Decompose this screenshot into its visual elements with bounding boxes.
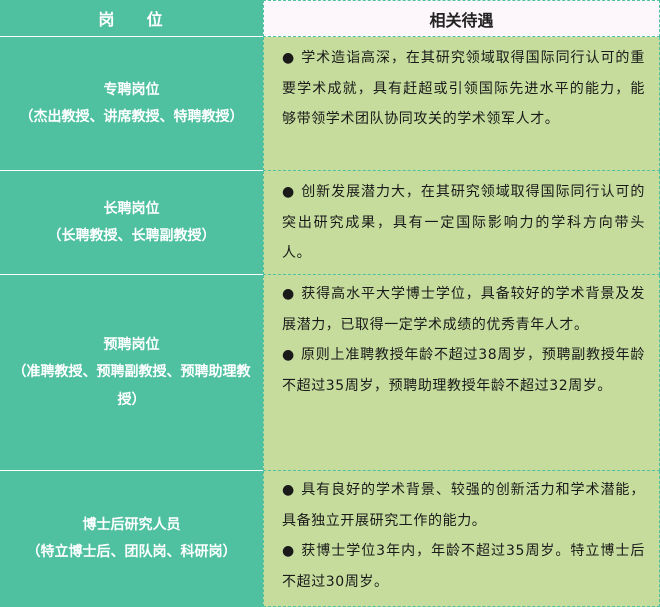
position-title: 预聘岗位 [103,336,160,353]
benefit-text: 获得高水平大学博士学位，具备较好的学术背景及发展潜力，已取得一定学术成绩的优秀青… [282,286,645,333]
benefit-item: ● 获得高水平大学博士学位，具备较好的学术背景及发展潜力，已取得一定学术成绩的优秀… [264,279,659,340]
table-row: 专聘岗位 （杰出教授、讲席教授、特聘教授） ● 学术造诣高深，在其研究领域取得国际… [0,37,660,171]
benefits-cell: ● 创新发展潜力大，在其研究领域取得国际同行认可的突出研究成果，具有一定国际影响力… [263,171,660,275]
position-title: 专聘岗位 [103,81,160,98]
benefit-item: ● 获博士学位3年内，年龄不超过35周岁。特立博士后不超过30周岁。 [264,536,659,597]
benefit-text: 获博士学位3年内，年龄不超过35周岁。特立博士后不超过30周岁。 [282,543,645,590]
benefit-text: 具有良好的学术背景、较强的创新活力和学术潜能，具备独立开展研究工作的能力。 [282,482,645,529]
position-subtitle: （杰出教授、讲席教授、特聘教授） [19,108,244,125]
position-title: 长聘岗位 [103,200,160,217]
bullet-icon: ● [282,286,296,302]
benefit-item: ● 创新发展潜力大，在其研究领域取得国际同行认可的突出研究成果，具有一定国际影响力… [264,177,659,269]
benefits-cell: ● 具有良好的学术背景、较强的创新活力和学术潜能，具备独立开展研究工作的能力。 ●… [263,471,660,607]
table-row: 预聘岗位 （准聘教授、预聘副教授、预聘助理教授） ● 获得高水平大学博士学位，具备… [0,275,660,471]
benefit-item: ● 学术造诣高深，在其研究领域取得国际同行认可的重要学术成就，具有赶超或引领国际先… [264,43,659,135]
position-cell: 专聘岗位 （杰出教授、讲席教授、特聘教授） [0,37,263,171]
bullet-icon: ● [282,347,295,363]
position-cell: 预聘岗位 （准聘教授、预聘副教授、预聘助理教授） [0,275,263,471]
benefits-cell: ● 学术造诣高深，在其研究领域取得国际同行认可的重要学术成就，具有赶超或引领国际先… [263,37,660,171]
position-subtitle: （长聘教授、长聘副教授） [47,227,216,244]
position-title: 博士后研究人员 [82,517,181,533]
position-subtitle: （特立博士后、团队岗、科研岗） [26,544,237,560]
table-row: 长聘岗位 （长聘教授、长聘副教授） ● 创新发展潜力大，在其研究领域取得国际同行认… [0,171,660,275]
positions-table: 岗 位 相关待遇 专聘岗位 （杰出教授、讲席教授、特聘教授） ● 学术造诣高深，在… [0,0,660,607]
table-row: 博士后研究人员 （特立博士后、团队岗、科研岗） ● 具有良好的学术背景、较强的创新… [0,471,660,607]
bullet-icon: ● [282,543,296,559]
header-benefits: 相关待遇 [263,0,660,37]
position-cell: 博士后研究人员 （特立博士后、团队岗、科研岗） [0,471,263,607]
bullet-icon: ● [282,482,296,498]
position-cell: 长聘岗位 （长聘教授、长聘副教授） [0,171,263,275]
bullet-icon: ● [282,50,296,66]
benefit-text: 学术造诣高深，在其研究领域取得国际同行认可的重要学术成就，具有赶超或引领国际先进… [282,50,645,127]
benefit-item: ● 具有良好的学术背景、较强的创新活力和学术潜能，具备独立开展研究工作的能力。 [264,475,659,536]
benefits-cell: ● 获得高水平大学博士学位，具备较好的学术背景及发展潜力，已取得一定学术成绩的优秀… [263,275,660,471]
position-subtitle: （准聘教授、预聘副教授、预聘助理教授） [12,363,251,408]
header-position: 岗 位 [0,0,263,37]
benefit-text: 创新发展潜力大，在其研究领域取得国际同行认可的突出研究成果，具有一定国际影响力的… [282,184,645,261]
bullet-icon: ● [282,184,296,200]
table-header-row: 岗 位 相关待遇 [0,0,660,37]
benefit-item: ● 原则上准聘教授年龄不超过38周岁，预聘副教授年龄不超过35周岁，预聘助理教授年… [264,340,659,401]
benefit-text: 原则上准聘教授年龄不超过38周岁，预聘副教授年龄不超过35周岁，预聘助理教授年龄… [282,347,645,394]
